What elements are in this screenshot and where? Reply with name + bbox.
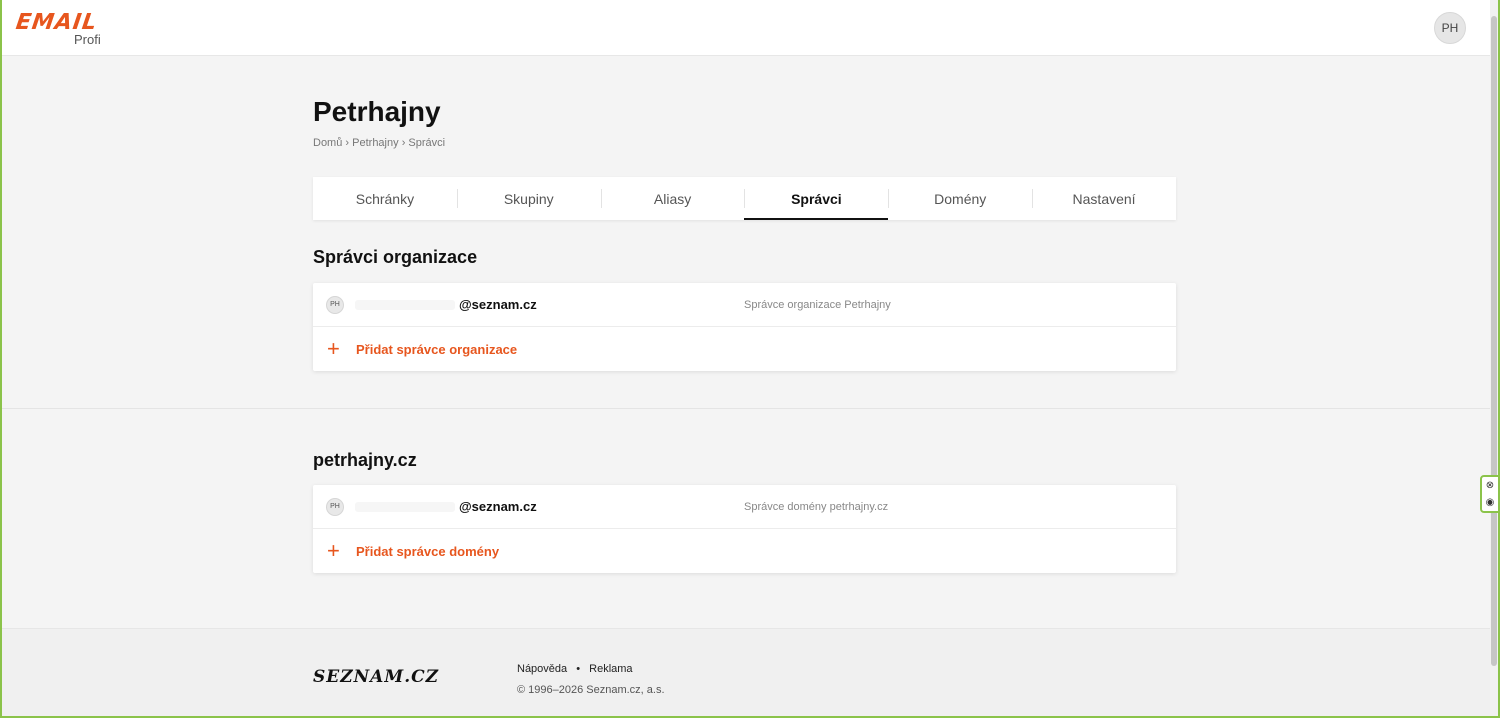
footer-links: Nápověda • Reklama <box>517 663 633 675</box>
extension-icon[interactable]: ◉ <box>1486 497 1495 508</box>
user-avatar[interactable]: PH <box>1434 12 1466 44</box>
scrollbar-thumb[interactable] <box>1491 16 1497 666</box>
breadcrumb: Domů › Petrhajny › Správci <box>313 137 445 149</box>
tab-schranky[interactable]: Schránky <box>313 177 457 220</box>
admin-row[interactable]: PH @seznam.cz Správce domény petrhajny.c… <box>313 485 1176 529</box>
ads-link[interactable]: Reklama <box>589 663 632 675</box>
admin-avatar: PH <box>326 497 344 516</box>
admin-role: Správce organizace Petrhajny <box>744 298 891 311</box>
seznam-logo[interactable]: SEZNAM.CZ <box>313 667 439 687</box>
breadcrumb-current: Správci <box>408 137 446 149</box>
org-admins-title: Správci organizace <box>313 247 478 267</box>
breadcrumb-org[interactable]: Petrhajny <box>352 137 398 149</box>
add-domain-admin-label: Přidat správce domény <box>356 543 500 559</box>
admin-row[interactable]: PH @seznam.cz Správce organizace Petrhaj… <box>313 283 1176 327</box>
copyright: © 1996–2026 Seznam.cz, a.s. <box>517 684 665 696</box>
tab-aliasy[interactable]: Aliasy <box>600 177 745 220</box>
tab-domeny[interactable]: Domény <box>888 177 1032 220</box>
tab-spravci[interactable]: Správci <box>744 177 889 220</box>
tab-skupiny[interactable]: Skupiny <box>456 177 601 220</box>
redacted-name <box>355 501 455 512</box>
plus-icon: + <box>327 336 340 361</box>
close-icon[interactable]: ⊗ <box>1486 480 1494 491</box>
section-divider <box>0 408 1490 409</box>
side-widget[interactable]: ⊗ ◉ <box>1480 475 1500 513</box>
tab-nastaveni[interactable]: Nastavení <box>1032 177 1176 220</box>
domain-admins-card: PH @seznam.cz Správce domény petrhajny.c… <box>313 485 1176 573</box>
plus-icon: + <box>327 538 340 563</box>
top-bar: EMAIL Profi PH <box>0 0 1490 56</box>
add-org-admin-label: Přidat správce organizace <box>356 341 518 357</box>
admin-email: @seznam.cz <box>459 499 537 514</box>
scrollbar[interactable] <box>1490 0 1498 716</box>
help-link[interactable]: Nápověda <box>517 663 567 675</box>
link-separator: • <box>576 663 581 675</box>
tab-bar: Schránky Skupiny Aliasy Správci Domény N… <box>313 177 1176 220</box>
admin-avatar: PH <box>326 295 344 314</box>
redacted-name <box>355 299 455 310</box>
add-domain-admin-button[interactable]: + Přidat správce domény <box>313 529 1176 573</box>
page-title: Petrhajny <box>313 96 441 127</box>
admin-role: Správce domény petrhajny.cz <box>744 500 889 513</box>
add-org-admin-button[interactable]: + Přidat správce organizace <box>313 327 1176 371</box>
org-admins-card: PH @seznam.cz Správce organizace Petrhaj… <box>313 283 1176 371</box>
admin-email: @seznam.cz <box>459 297 537 312</box>
footer: SEZNAM.CZ Nápověda • Reklama © 1996–2026… <box>0 628 1490 716</box>
breadcrumb-separator: › <box>345 137 350 149</box>
domain-admins-title: petrhajny.cz <box>313 450 417 470</box>
logo-sub: Profi <box>74 32 101 47</box>
breadcrumb-separator: › <box>401 137 406 149</box>
breadcrumb-home[interactable]: Domů <box>313 137 342 149</box>
email-profi-logo[interactable]: EMAIL Profi <box>14 10 116 50</box>
